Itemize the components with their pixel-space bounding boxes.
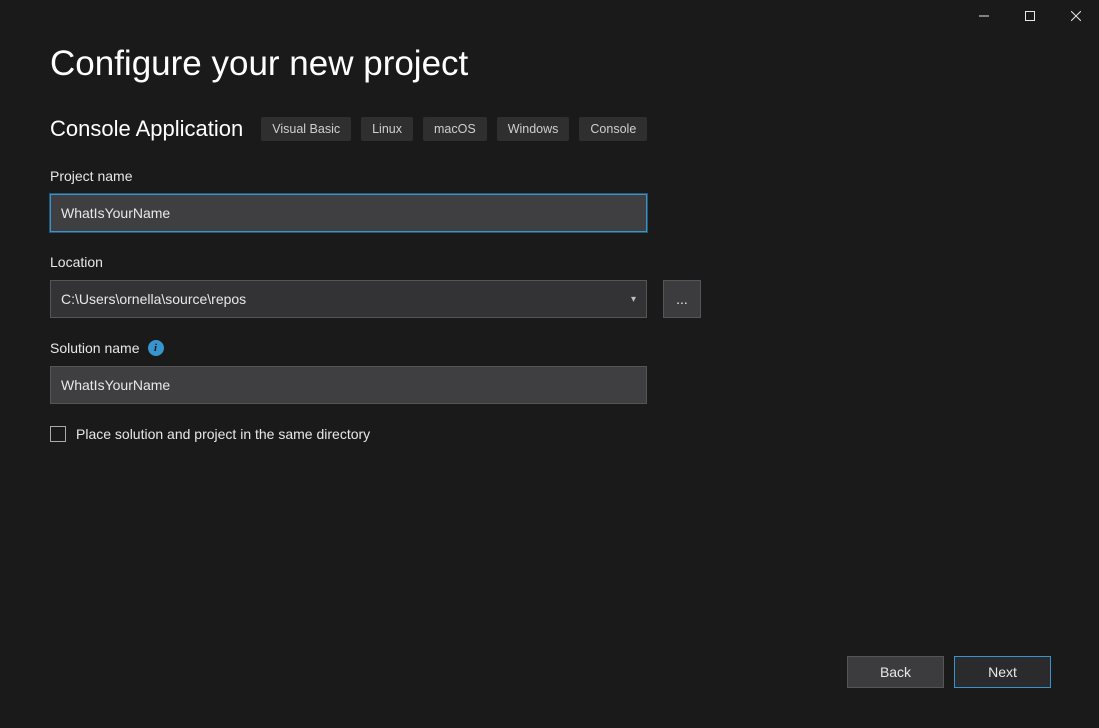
next-button[interactable]: Next (954, 656, 1051, 688)
project-name-label: Project name (50, 168, 1049, 184)
window-titlebar (961, 0, 1099, 32)
tag-item: Linux (361, 117, 413, 141)
tag-list: Visual Basic Linux macOS Windows Console (261, 117, 647, 141)
project-name-input[interactable] (50, 194, 647, 232)
tag-item: Visual Basic (261, 117, 351, 141)
tag-item: Windows (497, 117, 570, 141)
location-dropdown[interactable]: C:\Users\ornella\source\repos ▾ (50, 280, 647, 318)
chevron-down-icon: ▾ (631, 294, 636, 305)
maximize-button[interactable] (1007, 0, 1053, 32)
tag-item: macOS (423, 117, 487, 141)
info-icon[interactable]: i (148, 340, 164, 356)
tag-item: Console (579, 117, 647, 141)
same-directory-label: Place solution and project in the same d… (76, 426, 370, 442)
solution-name-label: Solution name (50, 340, 140, 356)
page-title: Configure your new project (50, 44, 1049, 84)
same-directory-checkbox[interactable] (50, 426, 66, 442)
back-button[interactable]: Back (847, 656, 944, 688)
browse-button[interactable]: ... (663, 280, 701, 318)
solution-name-input[interactable] (50, 366, 647, 404)
template-subtitle: Console Application (50, 116, 243, 142)
close-button[interactable] (1053, 0, 1099, 32)
minimize-button[interactable] (961, 0, 1007, 32)
location-value: C:\Users\ornella\source\repos (61, 291, 246, 307)
location-label: Location (50, 254, 1049, 270)
